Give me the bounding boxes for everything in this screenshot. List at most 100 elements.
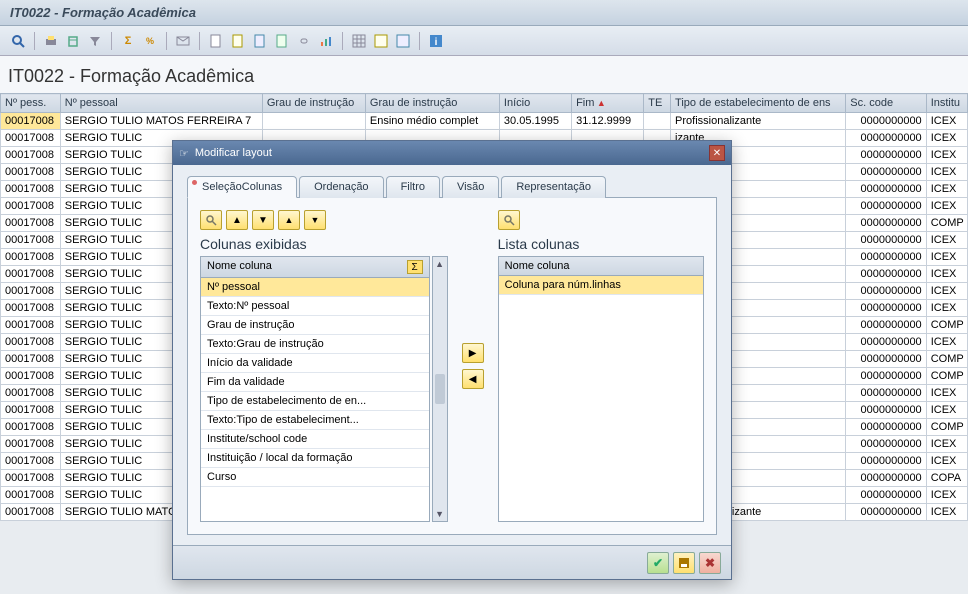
list-item[interactable]: Tipo de estabelecimento de en... xyxy=(201,392,429,411)
cell: ICEX xyxy=(926,334,967,351)
find-icon[interactable] xyxy=(200,210,222,230)
cell: ICEX xyxy=(926,198,967,215)
dialog-title-bar[interactable]: ☞ Modificar layout ✕ xyxy=(173,141,731,165)
filter-icon[interactable] xyxy=(85,31,105,51)
window-title-bar: IT0022 - Formação Acadêmica xyxy=(0,0,968,26)
cell: ICEX xyxy=(926,300,967,317)
tab-visão[interactable]: Visão xyxy=(442,176,499,198)
column-list-panel: Lista colunas Nome coluna Coluna para nú… xyxy=(498,210,704,522)
cell: 0000000000 xyxy=(846,436,926,453)
export-icon[interactable] xyxy=(63,31,83,51)
ok-button[interactable]: ✔ xyxy=(647,552,669,574)
column-header[interactable]: Nº pess. xyxy=(1,94,61,113)
cell: 00017008 xyxy=(1,351,61,368)
displayed-columns-list[interactable]: Nome colunaΣ Nº pessoalTexto:Nº pessoalG… xyxy=(200,256,430,522)
column-header[interactable]: Início xyxy=(499,94,571,113)
cell: 00017008 xyxy=(1,487,61,504)
print-icon[interactable] xyxy=(41,31,61,51)
table-row[interactable]: 00017008SERGIO TULIO MATOS FERREIRA 7Ens… xyxy=(1,113,968,130)
chart-icon[interactable] xyxy=(316,31,336,51)
list-item[interactable]: Nº pessoal xyxy=(201,278,429,297)
cell: 00017008 xyxy=(1,402,61,419)
grid1-icon[interactable] xyxy=(349,31,369,51)
doc2-icon[interactable] xyxy=(228,31,248,51)
list-item[interactable]: Grau de instrução xyxy=(201,316,429,335)
mail-icon[interactable] xyxy=(173,31,193,51)
list-item[interactable]: Texto:Nº pessoal xyxy=(201,297,429,316)
cell: COMP xyxy=(926,215,967,232)
scroll-thumb[interactable] xyxy=(435,374,445,404)
find-icon[interactable] xyxy=(498,210,520,230)
scroll-down-icon[interactable]: ▼ xyxy=(435,509,444,519)
list-item[interactable]: Coluna para núm.linhas xyxy=(499,276,703,295)
cell: ICEX xyxy=(926,130,967,147)
cell: 00017008 xyxy=(1,317,61,334)
cell: ICEX xyxy=(926,232,967,249)
column-header[interactable]: TE xyxy=(644,94,671,113)
tab-seleçãocolunas[interactable]: SeleçãoColunas xyxy=(187,176,297,198)
list-item[interactable]: Curso xyxy=(201,468,429,487)
cell: 00017008 xyxy=(1,419,61,436)
save-button[interactable] xyxy=(673,552,695,574)
cell xyxy=(644,113,671,130)
cell: 0000000000 xyxy=(846,147,926,164)
cell: COMP xyxy=(926,419,967,436)
cell: 00017008 xyxy=(1,147,61,164)
move-down-icon[interactable]: ▼ xyxy=(252,210,274,230)
column-header[interactable]: Nº pessoal xyxy=(60,94,262,113)
column-header[interactable]: Sc. code xyxy=(846,94,926,113)
main-toolbar: Σ % i xyxy=(0,26,968,56)
list-item[interactable]: Texto:Tipo de estabeleciment... xyxy=(201,411,429,430)
close-icon[interactable]: ✕ xyxy=(709,145,725,161)
chain-icon[interactable] xyxy=(294,31,314,51)
cancel-button[interactable]: ✖ xyxy=(699,552,721,574)
cell: ICEX xyxy=(926,385,967,402)
sigma-icon[interactable]: Σ xyxy=(118,31,138,51)
column-header[interactable]: Grau de instrução xyxy=(262,94,365,113)
transfer-buttons: ▶ ◀ xyxy=(462,210,484,522)
list-item[interactable]: Instituição / local da formação xyxy=(201,449,429,468)
cell: 0000000000 xyxy=(846,283,926,300)
move-left-icon[interactable]: ◀ xyxy=(462,369,484,389)
doc3-icon[interactable] xyxy=(250,31,270,51)
tab-filtro[interactable]: Filtro xyxy=(386,176,440,198)
cell: 00017008 xyxy=(1,385,61,402)
list-item[interactable]: Texto:Grau de instrução xyxy=(201,335,429,354)
list-item[interactable]: Fim da validade xyxy=(201,373,429,392)
svg-text:i: i xyxy=(435,37,438,48)
cell: 00017008 xyxy=(1,368,61,385)
sigma-icon[interactable]: Σ xyxy=(407,260,423,274)
column-header[interactable]: Fim ▲ xyxy=(572,94,644,113)
scrollbar[interactable]: ▲ ▼ xyxy=(432,256,448,522)
move-up-icon[interactable]: ▲ xyxy=(226,210,248,230)
tab-representação[interactable]: Representação xyxy=(501,176,606,198)
move-top-icon[interactable]: ▲ xyxy=(278,210,300,230)
column-header[interactable]: Grau de instrução xyxy=(365,94,499,113)
column-header[interactable]: Institu xyxy=(926,94,967,113)
cell: ICEX xyxy=(926,147,967,164)
grid3-icon[interactable] xyxy=(393,31,413,51)
search-icon[interactable] xyxy=(8,31,28,51)
doc4-icon[interactable] xyxy=(272,31,292,51)
doc1-icon[interactable] xyxy=(206,31,226,51)
cell: 0000000000 xyxy=(846,164,926,181)
cell: COMP xyxy=(926,351,967,368)
move-bottom-icon[interactable]: ▼ xyxy=(304,210,326,230)
cell: SERGIO TULIO MATOS FERREIRA 7 xyxy=(60,113,262,130)
list-header: Nome coluna xyxy=(505,260,570,272)
move-right-icon[interactable]: ▶ xyxy=(462,343,484,363)
tab-pane: ▲ ▼ ▲ ▼ Colunas exibidas Nome colunaΣ Nº… xyxy=(187,198,717,535)
cell: 00017008 xyxy=(1,266,61,283)
scroll-up-icon[interactable]: ▲ xyxy=(435,259,444,269)
grid2-icon[interactable] xyxy=(371,31,391,51)
cell: 00017008 xyxy=(1,249,61,266)
tab-ordenação[interactable]: Ordenação xyxy=(299,176,383,198)
available-columns-list[interactable]: Nome coluna Coluna para núm.linhas xyxy=(498,256,704,522)
percent-icon[interactable]: % xyxy=(140,31,160,51)
list-item[interactable]: Início da validade xyxy=(201,354,429,373)
cell: 00017008 xyxy=(1,300,61,317)
info-icon[interactable]: i xyxy=(426,31,446,51)
list-item[interactable]: Institute/school code xyxy=(201,430,429,449)
cell: 00017008 xyxy=(1,334,61,351)
column-header[interactable]: Tipo de estabelecimento de ens xyxy=(671,94,846,113)
